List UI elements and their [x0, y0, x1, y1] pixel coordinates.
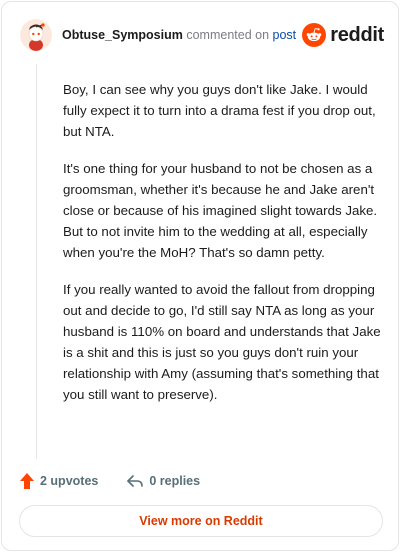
- commented-on-label: commented on: [186, 28, 270, 42]
- comment-body: Boy, I can see why you guys don't like J…: [63, 79, 381, 421]
- post-link[interactable]: post: [273, 28, 297, 42]
- thread-line: [36, 64, 37, 459]
- upvote-button[interactable]: 2 upvotes: [19, 472, 98, 490]
- reply-button[interactable]: 0 replies: [126, 474, 200, 488]
- upvote-count: 2 upvotes: [40, 474, 99, 488]
- snoo-avatar-icon: [20, 19, 52, 51]
- comment-header: Obtuse_Symposium commented on post reddi…: [20, 16, 384, 54]
- reddit-logo-icon: [302, 23, 327, 47]
- comment-paragraph: It's one thing for your husband to not b…: [63, 161, 378, 260]
- comment-paragraph: Boy, I can see why you guys don't like J…: [63, 82, 376, 139]
- embedded-comment-card: Obtuse_Symposium commented on post reddi…: [1, 1, 399, 551]
- view-more-button[interactable]: View more on Reddit: [19, 505, 383, 537]
- reddit-wordmark: reddit: [330, 23, 384, 46]
- username-link[interactable]: Obtuse_Symposium: [62, 28, 183, 42]
- user-avatar[interactable]: [20, 19, 52, 51]
- reply-count: 0 replies: [149, 474, 201, 488]
- reddit-brand[interactable]: reddit: [302, 23, 384, 47]
- comment-actions: 2 upvotes 0 replies: [19, 472, 200, 490]
- comment-meta: Obtuse_Symposium commented on post: [62, 28, 296, 42]
- reply-arrow-icon: [127, 475, 144, 487]
- upvote-arrow-icon: [20, 473, 34, 489]
- comment-paragraph: If you really wanted to avoid the fallou…: [63, 282, 381, 402]
